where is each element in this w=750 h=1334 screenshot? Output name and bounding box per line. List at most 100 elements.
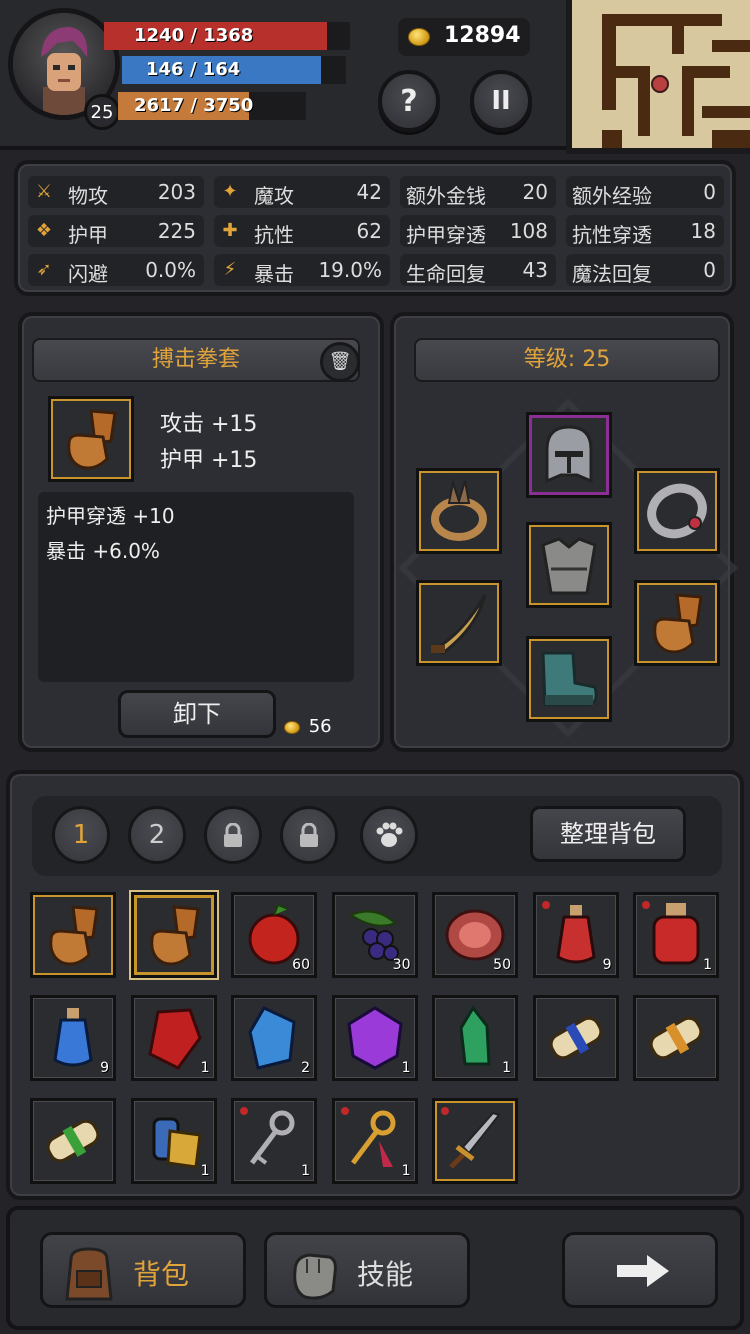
stat-item: 生命回复 43 bbox=[400, 254, 556, 286]
stat-value: 0 bbox=[703, 180, 716, 204]
inventory-slot[interactable] bbox=[432, 1098, 518, 1184]
stat-value: 20 bbox=[522, 180, 548, 204]
stat-label: 额外经验 bbox=[572, 184, 652, 208]
stat-label: 护甲穿透 bbox=[406, 223, 486, 247]
green-scroll-icon bbox=[46, 1119, 100, 1163]
equip-slot-ring-left[interactable] bbox=[416, 468, 502, 554]
item-detail-icon-slot bbox=[48, 396, 134, 482]
sword-icon: ⚔ bbox=[35, 181, 53, 202]
pause-icon: II bbox=[491, 86, 511, 116]
silver-ring-icon bbox=[647, 483, 707, 539]
inventory-slot[interactable]: 50 bbox=[432, 892, 518, 978]
character-level-label: 等级: 25 bbox=[414, 338, 720, 382]
equip-slot-ring-right[interactable] bbox=[634, 468, 720, 554]
item-detail-panel: 搏击拳套 🗑 攻击 +15 护甲 +15 护甲穿透 +10 暴击 +6.0% 卸… bbox=[18, 312, 384, 752]
new-item-dot bbox=[340, 1107, 349, 1115]
pause-button[interactable]: II bbox=[470, 70, 532, 132]
backpack-icon bbox=[65, 1247, 113, 1301]
bag-button[interactable]: 背包 bbox=[40, 1232, 246, 1308]
lightning-icon: ⚡ bbox=[223, 259, 237, 280]
fist-icon bbox=[293, 1253, 337, 1300]
item-count: 1 bbox=[301, 1163, 310, 1179]
sell-price-value: 56 bbox=[308, 716, 332, 737]
inventory-slot[interactable] bbox=[130, 892, 217, 978]
pet-tab[interactable] bbox=[360, 806, 418, 864]
stat-value: 62 bbox=[356, 219, 382, 243]
magic-icon: ✦ bbox=[222, 181, 238, 202]
mp-text: 146 / 164 bbox=[146, 59, 241, 80]
item-count: 1 bbox=[401, 1060, 411, 1076]
inventory-slot[interactable]: 1 bbox=[432, 995, 518, 1081]
bag-button-label: 背包 bbox=[133, 1258, 190, 1291]
inventory-slot[interactable] bbox=[30, 1098, 116, 1184]
gold-coin-icon bbox=[284, 720, 300, 734]
inventory-slot[interactable]: 30 bbox=[331, 892, 418, 978]
stat-label: 暴击 bbox=[254, 262, 294, 286]
minimap[interactable] bbox=[566, 0, 750, 154]
equipment-panel: 等级: 25 bbox=[390, 312, 738, 752]
inventory-slot[interactable]: 1 bbox=[331, 995, 418, 1081]
help-button[interactable]: ? bbox=[378, 70, 440, 132]
stat-label: 闪避 bbox=[68, 262, 108, 286]
stat-value: 203 bbox=[157, 180, 196, 204]
inventory-slot[interactable]: 1 bbox=[231, 1098, 317, 1184]
hp-text: 1240 / 1368 bbox=[134, 25, 254, 46]
item-count: 1 bbox=[502, 1060, 511, 1076]
skill-button[interactable]: 技能 bbox=[264, 1232, 470, 1308]
discard-button[interactable]: 🗑 bbox=[320, 342, 360, 382]
next-button[interactable] bbox=[562, 1232, 718, 1308]
new-item-dot bbox=[642, 901, 650, 909]
trash-icon: 🗑 bbox=[328, 351, 352, 372]
item-count: 1 bbox=[200, 1163, 210, 1179]
stat-item: 护甲穿透 108 bbox=[400, 215, 556, 247]
exp-text: 2617 / 3750 bbox=[134, 95, 254, 116]
inventory-slot[interactable] bbox=[532, 995, 619, 1081]
item-extra-bonuses: 护甲穿透 +10 暴击 +6.0% bbox=[38, 492, 354, 682]
stat-item: 魔法回复 0 bbox=[566, 254, 724, 286]
stat-item: ✚ 抗性 62 bbox=[214, 215, 390, 247]
new-item-dot bbox=[441, 1107, 449, 1115]
stat-value: 108 bbox=[509, 219, 548, 243]
boots-icon bbox=[541, 651, 598, 707]
paw-icon bbox=[376, 822, 403, 847]
item-count: 60 bbox=[292, 957, 310, 973]
inventory-slot[interactable] bbox=[633, 995, 719, 1081]
stat-value: 0 bbox=[703, 258, 716, 282]
minimap-maze-icon bbox=[602, 14, 750, 148]
item-count: 1 bbox=[703, 957, 712, 973]
item-count: 2 bbox=[301, 1060, 310, 1076]
stat-label: 魔法回复 bbox=[572, 262, 652, 286]
new-item-dot bbox=[541, 901, 550, 909]
equip-slot-boots[interactable] bbox=[526, 636, 612, 722]
inventory-slot[interactable]: 9 bbox=[30, 995, 116, 1081]
equip-slot-gloves[interactable] bbox=[634, 580, 720, 666]
inventory-slot[interactable]: 1 bbox=[331, 1098, 418, 1184]
inventory-tabs: 1 2 整理背包 bbox=[32, 796, 722, 876]
stat-value: 0.0% bbox=[145, 258, 196, 282]
stat-item: ➶ 闪避 0.0% bbox=[28, 254, 204, 286]
bag-tab-1[interactable]: 1 bbox=[52, 806, 110, 864]
new-item-dot bbox=[240, 1107, 248, 1115]
lock-icon bbox=[300, 822, 318, 847]
inventory-slot[interactable]: 1 bbox=[130, 995, 217, 1081]
sell-price: 56 bbox=[284, 716, 332, 737]
lock-icon bbox=[224, 822, 242, 847]
sort-bag-button[interactable]: 整理背包 bbox=[530, 806, 686, 862]
bag-tab-2[interactable]: 2 bbox=[128, 806, 186, 864]
gauntlet-icon bbox=[67, 409, 117, 470]
inventory-slot[interactable]: 60 bbox=[231, 892, 317, 978]
bag-tab-locked-3[interactable] bbox=[204, 806, 262, 864]
stat-value: 42 bbox=[356, 180, 382, 204]
equip-slot-helmet[interactable] bbox=[526, 412, 612, 498]
inventory-slot[interactable]: 1 bbox=[633, 892, 719, 978]
inventory-slot[interactable]: 9 bbox=[532, 892, 619, 978]
unequip-button[interactable]: 卸下 bbox=[118, 690, 276, 738]
stat-item: 抗性穿透 18 bbox=[566, 215, 724, 247]
inventory-slot[interactable]: 1 bbox=[130, 1098, 217, 1184]
inventory-slot[interactable] bbox=[30, 892, 116, 978]
hp-bar: 1240 / 1368 bbox=[104, 22, 350, 50]
inventory-slot[interactable]: 2 bbox=[231, 995, 317, 1081]
equip-slot-weapon[interactable] bbox=[416, 580, 502, 666]
equip-slot-armor[interactable] bbox=[526, 522, 612, 608]
bag-tab-locked-4[interactable] bbox=[280, 806, 338, 864]
